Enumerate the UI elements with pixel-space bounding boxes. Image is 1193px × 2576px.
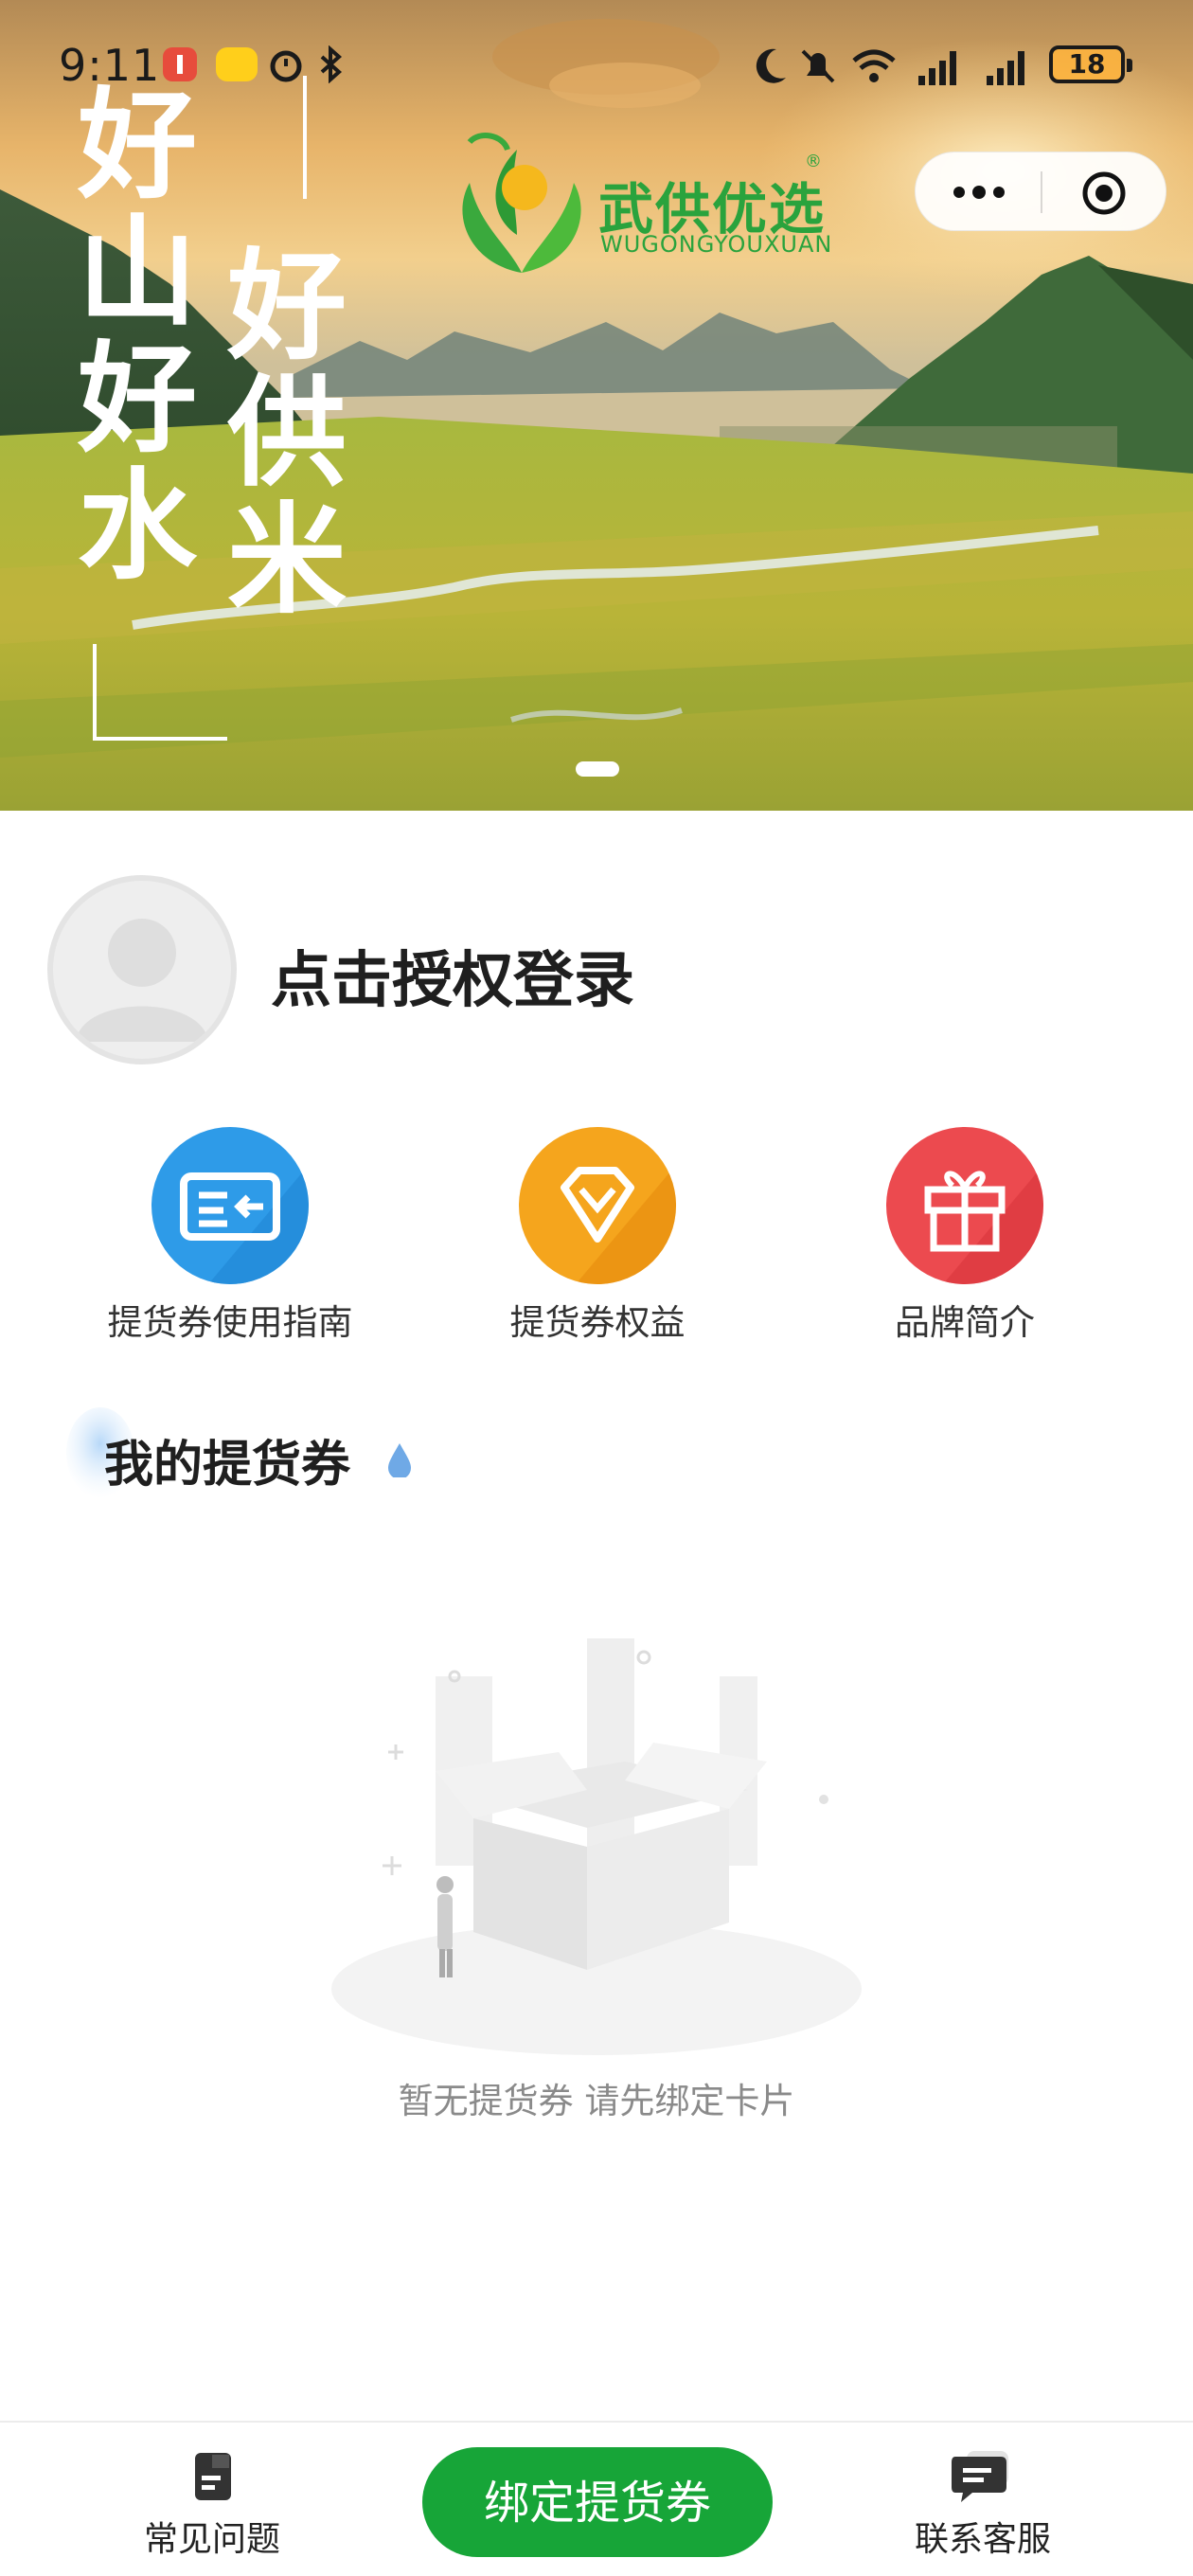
slogan-char: 好 [227,236,347,376]
battery-indicator: 18 [1049,45,1132,83]
moon-icon [756,48,786,83]
default-avatar-icon [76,919,208,1042]
slogan-char: 山 [78,202,197,342]
meituan-icon [216,47,258,81]
slogan-char: 好 [78,75,197,215]
action-voucher-guide[interactable]: 提货券使用指南 [74,1127,386,1345]
brand-logo: 武供优选 ® WUGONGYOUXUAN [451,131,848,278]
empty-box-illustration [331,1638,862,2055]
contact-service-label: 联系客服 [914,2520,1051,2559]
contact-service-button[interactable]: 联系客服 [888,2449,1077,2561]
slogan-char: 供 [227,363,347,503]
document-icon [195,2453,231,2500]
chat-icon [952,2451,1008,2502]
capsule-divider [1041,171,1042,213]
slogan-right: 好 供 米 [227,246,360,627]
wifi-icon [852,49,896,82]
logo-registered-mark: ® [805,152,822,171]
action-brand-intro[interactable]: 品牌简介 [809,1127,1121,1345]
banner-carousel[interactable]: 9:11 18 好 山 好 水 好 供 米 武供优选 ® WUGONGYOUXU… [0,0,1193,811]
action-label: 提货券权益 [509,1302,686,1343]
faq-button[interactable]: 常见问题 [117,2449,307,2561]
mute-bell-icon [801,49,835,83]
bluetooth-icon [320,45,343,83]
signal-2-icon [987,51,1024,85]
signal-1-icon [918,51,956,85]
action-label: 品牌简介 [895,1302,1035,1343]
gift-icon [886,1127,1043,1284]
slogan-line [303,76,307,199]
slogan-line [93,737,227,741]
faq-label: 常见问题 [143,2520,280,2559]
action-label: 提货券使用指南 [107,1302,353,1343]
voucher-guide-icon [151,1127,309,1284]
droplet-icon [388,1443,411,1477]
close-target-icon[interactable] [1080,170,1128,217]
slogan-char: 好 [78,329,197,469]
slogan-line [93,644,97,739]
leaf-logo-icon [462,133,581,273]
carousel-indicator [576,761,619,777]
more-menu-icon[interactable] [948,175,1010,209]
avatar[interactable] [47,875,237,1064]
alarm-icon [270,50,302,82]
action-voucher-benefits[interactable]: 提货券权益 [441,1127,754,1345]
logo-english-text: WUGONGYOUXUAN [600,231,833,258]
diamond-icon [519,1127,676,1284]
empty-state-message: 暂无提货券 请先绑定卡片 [398,2081,795,2121]
slogan-left: 好 山 好 水 [78,85,210,593]
section-title: 我的提货券 [104,1437,351,1494]
slogan-char: 水 [78,456,197,596]
bind-voucher-button[interactable]: 绑定提货券 [422,2447,773,2557]
login-prompt[interactable]: 点击授权登录 [271,932,634,1019]
mini-program-capsule [915,152,1166,231]
bottom-action-bar: 常见问题 绑定提货券 联系客服 [0,2421,1193,2576]
slogan-char: 米 [227,490,347,630]
